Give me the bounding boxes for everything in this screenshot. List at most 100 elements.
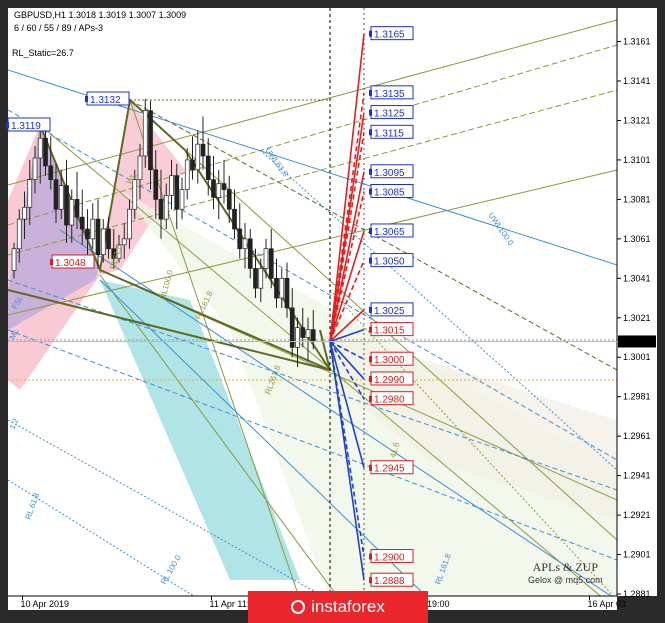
candle-body <box>216 183 222 198</box>
candle-body <box>95 218 101 255</box>
candle-body <box>163 195 169 220</box>
price-tick-label: 1.3141 <box>623 76 651 86</box>
target-label-1-2888-marker <box>369 577 372 584</box>
target-label-1-3050-marker <box>369 257 372 264</box>
candle-body <box>300 327 306 338</box>
price-tick-label: 1.3041 <box>623 273 651 283</box>
candle-body <box>310 329 316 342</box>
candle-body <box>205 155 211 181</box>
instaforex-logo: instaforex <box>248 591 428 623</box>
target-label-1-2945: 1.2945 <box>374 464 405 475</box>
candle-body <box>121 238 127 246</box>
target-label-1-2990-marker <box>369 375 372 382</box>
target-label-1-2980-marker <box>369 395 372 402</box>
swing-label-2-marker <box>50 259 53 265</box>
price-tick-label: 1.2921 <box>623 510 651 520</box>
watermark-author: Gelox @ mq5.com <box>528 575 603 585</box>
price-tick-label: 1.3061 <box>623 234 651 244</box>
target-label-1-2990: 1.2990 <box>374 375 405 386</box>
target-label-1-3085-marker <box>369 188 372 195</box>
price-tick-label: 1.2901 <box>623 550 651 560</box>
candle-body <box>27 179 33 208</box>
candle-body <box>226 189 232 210</box>
target-label-1-2900: 1.2900 <box>374 553 405 564</box>
candle-body <box>232 208 237 230</box>
target-label-1-2888: 1.2888 <box>374 576 405 587</box>
target-label-1-3135-marker <box>369 89 372 96</box>
candle-body <box>237 228 243 250</box>
chart-window: UWL61.8 UWL100.0 RL161.8 RL100.0 RL61.8 RL261… <box>0 0 665 623</box>
swing-label-1: 1.3132 <box>90 95 121 106</box>
logo-text: instaforex <box>311 597 385 616</box>
price-tick-label: 1.2961 <box>623 431 651 441</box>
price-axis-area <box>617 8 657 596</box>
swing-label-0-marker <box>6 122 9 128</box>
target-label-1-3000: 1.3000 <box>374 355 405 366</box>
candle-body <box>169 175 174 196</box>
candle-body <box>37 137 43 159</box>
candle-body <box>16 218 22 250</box>
price-tick-label: 1.3161 <box>623 37 651 47</box>
target-label-1-3115-marker <box>369 129 372 136</box>
target-label-1-3125-marker <box>369 109 372 116</box>
target-label-1-2945-marker <box>369 464 372 471</box>
candle-body <box>179 189 185 210</box>
target-label-1-3025: 1.3025 <box>374 306 405 317</box>
candle-body <box>211 179 216 198</box>
target-label-1-3065: 1.3065 <box>374 227 405 238</box>
target-label-1-3085: 1.3085 <box>374 188 405 199</box>
swing-label-0: 1.3119 <box>11 121 41 132</box>
candle-body <box>221 183 227 190</box>
candle-body <box>142 110 148 157</box>
candle-body <box>295 327 300 348</box>
candle-body <box>64 185 69 226</box>
candle-body <box>268 248 274 279</box>
candle-body <box>253 268 258 289</box>
candle-body <box>90 218 96 240</box>
candle-body <box>11 248 17 271</box>
candle-body <box>132 179 138 210</box>
target-label-1-3025-marker <box>369 306 372 313</box>
candle-body <box>274 277 279 299</box>
params-header: 6 / 60 / 55 / 89 / APs-3 <box>14 23 103 33</box>
target-label-1-3135: 1.3135 <box>374 89 405 100</box>
candle-body <box>137 155 143 181</box>
candle-body <box>279 277 285 299</box>
watermark: APLs & ZUP Gelox @ mq5.com <box>528 560 603 585</box>
candle-body <box>100 228 106 255</box>
candle-body <box>263 248 269 269</box>
candle-body <box>242 238 248 250</box>
target-label-1-2900-marker <box>369 553 372 560</box>
swing-label-1-marker <box>85 96 88 102</box>
candle-body <box>200 143 206 157</box>
candle-body <box>127 208 132 240</box>
candle-body <box>32 157 38 181</box>
price-tick-label: 1.3121 <box>623 115 651 125</box>
price-chart: UWL61.8UWL100.0RL161.8RL100.0RL61.8RL261… <box>6 8 657 610</box>
target-label-1-3095-marker <box>369 168 372 175</box>
candle-body <box>247 238 253 269</box>
candle-body <box>148 110 153 171</box>
swing-label-2: 1.3048 <box>55 258 86 269</box>
price-tick-label: 1.2941 <box>623 471 651 481</box>
logo-ring-icon <box>291 599 306 614</box>
candle-body <box>258 268 264 289</box>
candle-body <box>43 137 48 167</box>
candle-body <box>174 175 180 210</box>
candle-body <box>305 329 311 338</box>
candle-body <box>79 216 85 230</box>
target-label-1-3165-marker <box>369 30 372 37</box>
candle-body <box>184 159 190 190</box>
candle-body <box>48 165 54 181</box>
time-tick-label: 16 Apr 03 <box>588 599 627 609</box>
candle-body <box>58 185 64 210</box>
candle-body <box>85 228 90 240</box>
time-tick-label: 10 Apr 2019 <box>21 599 70 609</box>
candle-body <box>106 228 111 250</box>
candle-body <box>284 277 290 309</box>
target-label-1-2980: 1.2980 <box>374 395 405 406</box>
rl-static-label: RL_Static=26.7 <box>12 48 74 58</box>
target-label-1-3125: 1.3125 <box>374 109 405 120</box>
candle-body <box>74 199 80 218</box>
current-price-label: 1.3009 <box>622 336 650 346</box>
